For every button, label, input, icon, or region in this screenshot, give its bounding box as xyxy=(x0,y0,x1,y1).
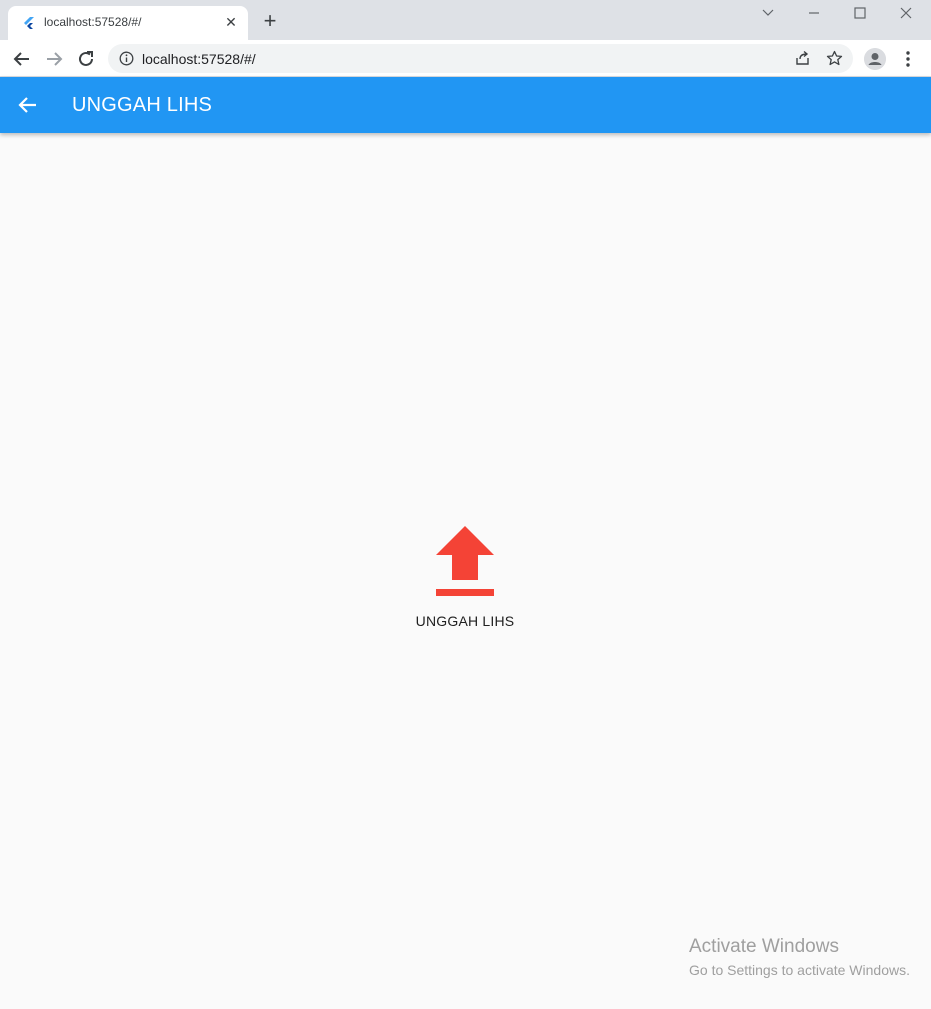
browser-tabstrip: localhost:57528/#/ ✕ + xyxy=(0,0,931,40)
close-window-icon[interactable] xyxy=(896,4,916,22)
minimize-icon[interactable] xyxy=(804,4,824,22)
back-arrow-icon[interactable] xyxy=(16,93,40,117)
page-title: UNGGAH LIHS xyxy=(72,94,213,116)
watermark-title: Activate Windows xyxy=(689,936,839,957)
profile-avatar-icon[interactable] xyxy=(864,48,886,70)
kebab-menu-icon[interactable] xyxy=(898,48,918,70)
maximize-icon[interactable] xyxy=(850,4,870,22)
share-icon[interactable] xyxy=(794,50,811,67)
new-tab-button[interactable]: + xyxy=(260,10,280,32)
activate-windows-watermark: Activate Windows Go to Settings to activ… xyxy=(689,936,910,978)
flutter-favicon-icon xyxy=(24,17,34,29)
reload-icon[interactable] xyxy=(75,48,97,70)
watermark-subtitle: Go to Settings to activate Windows. xyxy=(689,962,910,978)
app-bar: UNGGAH LIHS xyxy=(0,77,931,133)
upload-icon[interactable] xyxy=(434,524,496,598)
browser-tab[interactable]: localhost:57528/#/ ✕ xyxy=(8,6,248,40)
back-arrow-icon[interactable] xyxy=(11,48,33,70)
tab-close-icon[interactable]: ✕ xyxy=(222,13,240,31)
browser-toolbar: localhost:57528/#/ xyxy=(0,40,931,77)
url-text: localhost:57528/#/ xyxy=(142,51,256,67)
info-icon[interactable] xyxy=(119,51,134,66)
forward-arrow-icon[interactable] xyxy=(43,48,65,70)
bookmark-star-icon[interactable] xyxy=(826,50,843,67)
chevron-down-icon[interactable] xyxy=(758,4,778,22)
upload-label: UNGGAH LIHS xyxy=(415,613,515,629)
upload-button[interactable]: UNGGAH LIHS xyxy=(400,520,530,635)
tab-title: localhost:57528/#/ xyxy=(44,15,142,29)
address-bar[interactable]: localhost:57528/#/ xyxy=(108,44,853,73)
